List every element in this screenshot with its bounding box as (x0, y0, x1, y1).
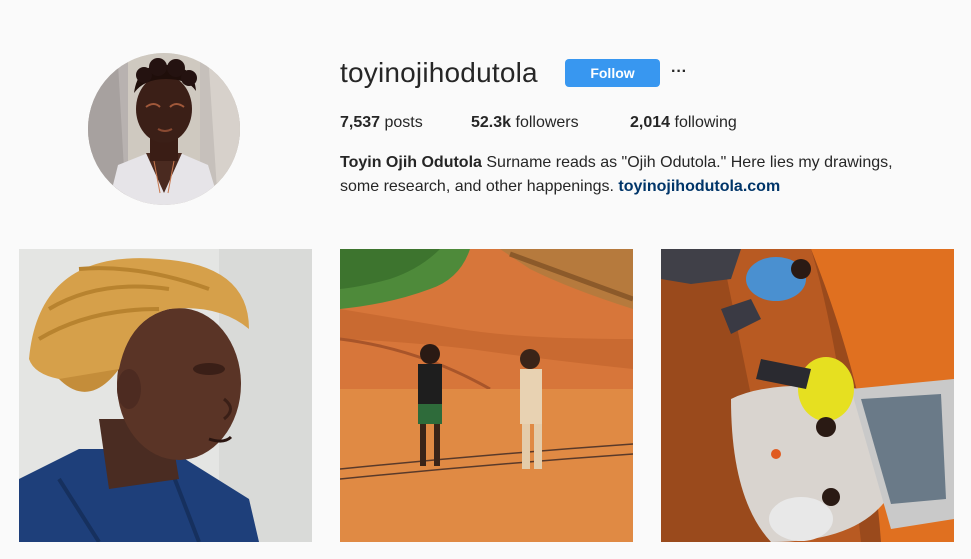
stat-followers[interactable]: 52.3k followers (471, 113, 579, 133)
bio-text-line2: some research, and other happenings. (340, 178, 619, 195)
posts-label: posts (380, 114, 423, 131)
stat-posts: 7,537 posts (340, 113, 423, 133)
profile-avatar[interactable] (88, 53, 240, 205)
profile-full-name: Toyin Ojih Odutola (340, 154, 482, 171)
following-count: 2,014 (630, 114, 671, 131)
profile-bio: Toyin Ojih Odutola Surname reads as "Oji… (340, 151, 940, 199)
overhead-street-photo-image (661, 249, 954, 542)
post-thumbnail-portrait[interactable] (19, 249, 312, 542)
stat-following[interactable]: 2,014 following (630, 113, 737, 133)
post-thumbnail-overhead-street[interactable] (661, 249, 954, 542)
followers-count: 52.3k (471, 114, 512, 131)
portrait-photo-image (19, 249, 312, 542)
bio-text-line1: Surname reads as "Ojih Odutola." Here li… (481, 154, 893, 171)
profile-page: toyinojihodutola Follow ··· 7,537 posts … (0, 0, 971, 559)
bio-website-link[interactable]: toyinojihodutola.com (618, 178, 780, 195)
children-road-photo-image (340, 249, 633, 542)
avatar-drawing-image (88, 53, 240, 205)
profile-username: toyinojihodutola (340, 57, 538, 88)
followers-label: followers (511, 114, 579, 131)
following-label: following (670, 114, 737, 131)
post-thumbnail-children-road[interactable] (340, 249, 633, 542)
posts-count: 7,537 (340, 114, 381, 131)
more-options-icon[interactable]: ··· (670, 62, 688, 82)
follow-button[interactable]: Follow (565, 59, 660, 87)
